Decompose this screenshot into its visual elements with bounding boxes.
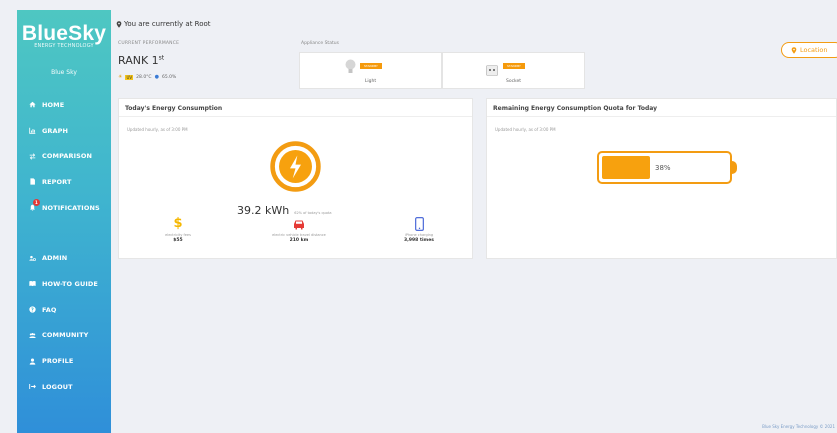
sidebar-nav-main: HOME GRAPH COMPARISON REPORT 1 NOTIFICAT…: [17, 92, 111, 220]
updated-note: Updated hourly, as of 3:00 PM: [495, 127, 556, 132]
quota-battery: 38%: [597, 151, 732, 184]
stat-iphone-charging: iPhone charging 3,998 times: [374, 217, 464, 243]
users-cog-icon: [28, 254, 37, 263]
divider: [119, 116, 472, 117]
community-icon: [28, 331, 37, 340]
sidebar-item-label: COMMUNITY: [42, 331, 89, 340]
rank-display: RANK 1st: [118, 54, 164, 67]
appliance-name: Light: [364, 79, 377, 84]
sidebar-item-logout[interactable]: LOGOUT: [17, 374, 111, 400]
weather-info: ☀ UV 28.0°C ● 65.0%: [118, 74, 176, 80]
energy-bolt-icon: [270, 141, 321, 192]
stat-electricity-fees: $ electricity fees $55: [133, 216, 223, 244]
sidebar-item-notifications[interactable]: 1 NOTIFICATIONS: [17, 195, 111, 221]
sidebar-item-home[interactable]: HOME: [17, 92, 111, 118]
stat-value: 3,998 times: [404, 238, 434, 243]
humidity-icon: ●: [154, 74, 159, 80]
book-icon: [28, 279, 37, 288]
logout-icon: [28, 382, 37, 391]
rank-text: RANK 1: [118, 54, 159, 67]
appliance-card-light[interactable]: STANDBY Light: [299, 52, 442, 89]
map-marker-icon: [116, 20, 122, 28]
uv-badge: UV: [125, 74, 134, 80]
sidebar-nav-secondary: ADMIN HOW-TO GUIDE ? FAQ COMMUNITY PROFI…: [17, 245, 111, 399]
battery-fill: [602, 156, 650, 179]
compare-icon: [28, 152, 37, 161]
sidebar-item-admin[interactable]: ADMIN: [17, 245, 111, 271]
sun-icon: ☀: [118, 74, 123, 80]
map-marker-icon: [791, 46, 797, 54]
sidebar-item-label: ADMIN: [42, 254, 68, 263]
humidity: 65.0%: [161, 74, 177, 80]
sidebar-item-how-to-guide[interactable]: HOW-TO GUIDE: [17, 271, 111, 297]
sidebar-item-label: COMPARISON: [42, 152, 93, 161]
footer-copyright: Blue Sky Energy Technology © 2021: [762, 424, 835, 429]
stat-label: electric vehicle travel distance: [272, 233, 326, 237]
appliance-card-socket[interactable]: STANDBY Socket: [442, 52, 585, 89]
current-location: You are currently at Root: [116, 20, 211, 28]
rank-suffix: st: [158, 54, 165, 62]
quota-percent: 38%: [655, 164, 671, 172]
energy-consumption-card: Today's Energy Consumption Updated hourl…: [118, 98, 473, 259]
sidebar-item-label: PROFILE: [42, 357, 74, 366]
card-title: Remaining Energy Consumption Quota for T…: [493, 105, 658, 112]
sidebar-item-label: HOW-TO GUIDE: [42, 279, 98, 288]
sidebar-item-profile[interactable]: PROFILE: [17, 348, 111, 374]
sidebar-item-label: FAQ: [42, 305, 57, 314]
sidebar-item-label: HOME: [42, 100, 65, 109]
updated-note: Updated hourly, as of 3:00 PM: [127, 127, 188, 132]
stat-value: 210 km: [289, 238, 309, 243]
appliance-status-badge: STANDBY: [503, 63, 525, 69]
location-button-label: Location: [800, 46, 828, 54]
car-icon: [254, 217, 344, 231]
sidebar-item-label: NOTIFICATIONS: [42, 203, 100, 212]
energy-value: 39.2 kWh 62% of today's quota: [237, 204, 332, 217]
sidebar-item-label: LOGOUT: [42, 382, 73, 391]
dollar-icon: $: [173, 216, 183, 231]
sidebar-item-label: GRAPH: [42, 126, 69, 135]
stat-value: $55: [173, 238, 183, 243]
divider: [487, 116, 836, 117]
stat-label: iPhone charging: [404, 233, 434, 237]
brand-subtitle: ENERGY TECHNOLOGY: [34, 43, 94, 49]
sidebar-item-graph[interactable]: GRAPH: [17, 118, 111, 144]
stat-ev-distance: electric vehicle travel distance 210 km: [254, 217, 344, 243]
sidebar: BlueSky ENERGY TECHNOLOGY Blue Sky HOME …: [17, 10, 111, 433]
stat-label: electricity fees: [165, 233, 191, 237]
lightbulb-icon: [345, 59, 356, 79]
question-icon: ?: [28, 305, 37, 314]
sidebar-item-report[interactable]: REPORT: [17, 169, 111, 195]
location-text: You are currently at Root: [124, 20, 211, 28]
chart-icon: [28, 126, 37, 135]
card-title: Today's Energy Consumption: [125, 105, 223, 112]
brand: BlueSky ENERGY TECHNOLOGY: [17, 22, 111, 50]
temperature: 28.0°C: [136, 74, 152, 80]
brand-logo: BlueSky: [21, 22, 107, 45]
sidebar-item-faq[interactable]: ? FAQ: [17, 297, 111, 323]
sidebar-item-comparison[interactable]: COMPARISON: [17, 143, 111, 169]
kwh-value: 39.2 kWh: [237, 204, 290, 217]
svg-text:?: ?: [31, 307, 34, 313]
home-icon: [28, 100, 37, 109]
battery-cap: [732, 161, 737, 174]
location-button[interactable]: Location: [781, 42, 837, 58]
appliance-status-label: Appliance Status: [301, 41, 339, 46]
notification-badge: 1: [33, 198, 40, 206]
user-icon: [28, 357, 37, 366]
quota-note: 62% of today's quota: [294, 211, 332, 215]
sidebar-item-community[interactable]: COMMUNITY: [17, 323, 111, 349]
appliance-name: Socket: [505, 79, 522, 84]
performance-label: CURRENT PERFORMANCE: [118, 41, 180, 46]
file-icon: [28, 177, 37, 186]
user-name: Blue Sky: [51, 69, 77, 76]
header: You are currently at Root CURRENT PERFOR…: [111, 10, 837, 89]
socket-icon: [486, 61, 498, 80]
quota-card: Remaining Energy Consumption Quota for T…: [486, 98, 837, 259]
phone-icon: [374, 217, 464, 231]
sidebar-item-label: REPORT: [42, 177, 72, 186]
appliance-status-badge: STANDBY: [360, 63, 382, 69]
